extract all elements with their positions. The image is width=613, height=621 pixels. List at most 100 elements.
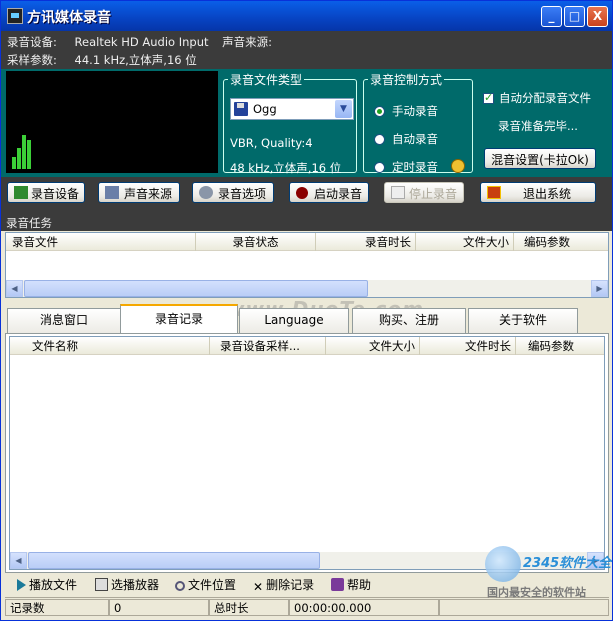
play-file-button[interactable]: 播放文件 bbox=[17, 576, 77, 593]
app-window: 方讯媒体录音 _ □ X 录音设备: Realtek HD Audio Inpu… bbox=[0, 0, 613, 621]
start-record-label: 启动录音 bbox=[313, 187, 362, 201]
scroll-left-icon[interactable]: ◀ bbox=[6, 280, 23, 297]
col-device-sampling[interactable]: 录音设备采样... bbox=[210, 337, 326, 355]
title-bar[interactable]: 方讯媒体录音 _ □ X bbox=[1, 1, 612, 31]
tab-about[interactable]: 关于软件 bbox=[468, 308, 578, 333]
stop-record-button[interactable]: 停止录音 bbox=[384, 182, 464, 203]
toolbar-band: 录音设备 声音来源 录音选项 启动录音 停止录音 退出系统 录音任务 bbox=[1, 177, 612, 231]
tab-purchase[interactable]: 购买、注册 bbox=[352, 308, 466, 333]
col-encoding[interactable]: 编码参数 bbox=[514, 233, 608, 251]
scroll-thumb[interactable] bbox=[24, 280, 368, 297]
help-book-icon bbox=[331, 578, 344, 591]
vu-bar bbox=[12, 157, 16, 169]
total-duration-label: 总时长 bbox=[209, 599, 289, 616]
exit-label: 退出系统 bbox=[522, 187, 571, 201]
source-label: 声音来源: bbox=[222, 35, 273, 49]
col-record-file[interactable]: 录音文件 bbox=[6, 233, 196, 251]
vu-bar bbox=[17, 148, 21, 169]
record-options-label: 录音选项 bbox=[217, 187, 266, 201]
col-record-status[interactable]: 录音状态 bbox=[196, 233, 316, 251]
file-location-button[interactable]: 文件位置 bbox=[175, 576, 236, 593]
scroll-right-icon[interactable]: ▶ bbox=[591, 280, 608, 297]
record-count-label: 记录数 bbox=[5, 599, 109, 616]
device-info-panel: 录音设备: Realtek HD Audio Input 声音来源: 采样参数:… bbox=[1, 31, 612, 69]
scroll-left-icon[interactable]: ◀ bbox=[10, 552, 27, 569]
task-list-header: 录音文件 录音状态 录音时长 文件大小 编码参数 bbox=[6, 233, 608, 251]
format-text: 48 kHz,立体声,16 位 bbox=[230, 161, 342, 175]
record-device-label: 录音设备 bbox=[30, 187, 79, 201]
manual-record-radio[interactable] bbox=[374, 106, 385, 117]
window-title: 方讯媒体录音 bbox=[27, 10, 111, 26]
col-file-size[interactable]: 文件大小 bbox=[416, 233, 514, 251]
logo-brand: 2345软件大全 bbox=[523, 556, 612, 571]
device-value: Realtek HD Audio Input bbox=[74, 35, 209, 49]
vu-bar bbox=[27, 140, 31, 169]
logo-tagline: 国内最安全的软件站 bbox=[487, 586, 586, 599]
choose-player-button[interactable]: 选播放器 bbox=[95, 576, 159, 593]
vu-meter bbox=[6, 71, 218, 173]
col-file-duration[interactable]: 文件时长 bbox=[420, 337, 516, 355]
col-file-name[interactable]: 文件名称 bbox=[10, 337, 210, 355]
delete-record-button[interactable]: ✕ 删除记录 bbox=[253, 576, 315, 594]
delete-record-label: 删除记录 bbox=[266, 578, 315, 592]
col-encoding[interactable]: 编码参数 bbox=[516, 337, 604, 355]
records-panel: 文件名称 录音设备采样... 文件大小 文件时长 编码参数 ◀ ▶ bbox=[5, 333, 609, 573]
params-value: 44.1 kHz,立体声,16 位 bbox=[74, 53, 197, 67]
col-record-duration[interactable]: 录音时长 bbox=[316, 233, 416, 251]
quality-text: VBR, Quality:4 bbox=[230, 136, 313, 150]
tab-language[interactable]: Language bbox=[239, 308, 349, 333]
auto-split-checkbox[interactable] bbox=[483, 91, 494, 104]
status-spacer bbox=[439, 599, 609, 616]
play-file-label: 播放文件 bbox=[29, 578, 78, 592]
device-label: 录音设备: bbox=[7, 35, 57, 49]
choose-player-label: 选播放器 bbox=[111, 578, 160, 592]
file-type-value: Ogg bbox=[253, 102, 277, 116]
manual-record-label[interactable]: 手动录音 bbox=[392, 103, 438, 119]
play-icon bbox=[17, 579, 26, 591]
clock-icon[interactable] bbox=[451, 159, 465, 173]
maximize-button[interactable]: □ bbox=[564, 6, 585, 27]
control-mode-legend: 录音控制方式 bbox=[370, 73, 443, 87]
mix-settings-button[interactable]: 混音设置(卡拉Ok) bbox=[484, 148, 596, 169]
file-location-label: 文件位置 bbox=[188, 578, 237, 592]
record-device-button[interactable]: 录音设备 bbox=[7, 182, 85, 203]
timed-record-radio[interactable] bbox=[374, 162, 385, 173]
exit-button[interactable]: 退出系统 bbox=[480, 182, 596, 203]
help-button[interactable]: 帮助 bbox=[331, 576, 371, 593]
chevron-down-icon[interactable]: ▼ bbox=[335, 100, 352, 118]
settings-panel: 录音文件类型 Ogg ▼ VBR, Quality:4 48 kHz,立体声,1… bbox=[1, 69, 612, 177]
sound-source-button[interactable]: 声音来源 bbox=[98, 182, 180, 203]
file-type-select[interactable]: Ogg ▼ bbox=[230, 98, 354, 120]
params-label: 采样参数: bbox=[7, 53, 57, 67]
col-file-size[interactable]: 文件大小 bbox=[326, 337, 420, 355]
file-type-group: 录音文件类型 Ogg ▼ VBR, Quality:4 48 kHz,立体声,1… bbox=[223, 71, 357, 175]
timed-record-label[interactable]: 定时录音 bbox=[392, 159, 438, 175]
total-duration-value: 00:00:00.000 bbox=[289, 599, 439, 616]
auto-record-label[interactable]: 自动录音 bbox=[392, 131, 438, 147]
tab-messages[interactable]: 消息窗口 bbox=[7, 308, 121, 333]
status-bar: 记录数 0 总时长 00:00:00.000 bbox=[5, 597, 609, 617]
stop-record-label: 停止录音 bbox=[408, 187, 457, 201]
tab-records[interactable]: 录音记录 bbox=[120, 304, 238, 334]
vu-bar bbox=[22, 135, 26, 169]
tab-bar: 消息窗口 录音记录 Language 购买、注册 关于软件 bbox=[5, 304, 608, 334]
control-mode-group: 录音控制方式 手动录音 自动录音 定时录音 bbox=[363, 71, 473, 175]
delete-icon: ✕ bbox=[253, 580, 264, 594]
auto-record-radio[interactable] bbox=[374, 134, 385, 145]
mascot-icon bbox=[485, 546, 521, 582]
sound-source-label: 声音来源 bbox=[123, 187, 172, 201]
search-icon bbox=[175, 581, 185, 591]
mix-settings-label: 混音设置(卡拉Ok) bbox=[491, 153, 589, 167]
start-record-button[interactable]: 启动录音 bbox=[289, 182, 369, 203]
task-list[interactable]: 录音文件 录音状态 录音时长 文件大小 编码参数 ◀ ▶ bbox=[5, 232, 609, 298]
scroll-thumb[interactable] bbox=[28, 552, 320, 569]
auto-split-label[interactable]: 自动分配录音文件 bbox=[499, 90, 591, 106]
record-options-button[interactable]: 录音选项 bbox=[192, 182, 274, 203]
help-label: 帮助 bbox=[347, 578, 372, 592]
close-button[interactable]: X bbox=[587, 6, 608, 27]
records-list[interactable]: 文件名称 录音设备采样... 文件大小 文件时长 编码参数 ◀ ▶ bbox=[9, 336, 605, 570]
task-list-scrollbar[interactable]: ◀ ▶ bbox=[6, 280, 608, 297]
minimize-button[interactable]: _ bbox=[541, 6, 562, 27]
record-icon bbox=[296, 187, 308, 199]
status-message: 录音准备完毕... bbox=[498, 119, 578, 133]
